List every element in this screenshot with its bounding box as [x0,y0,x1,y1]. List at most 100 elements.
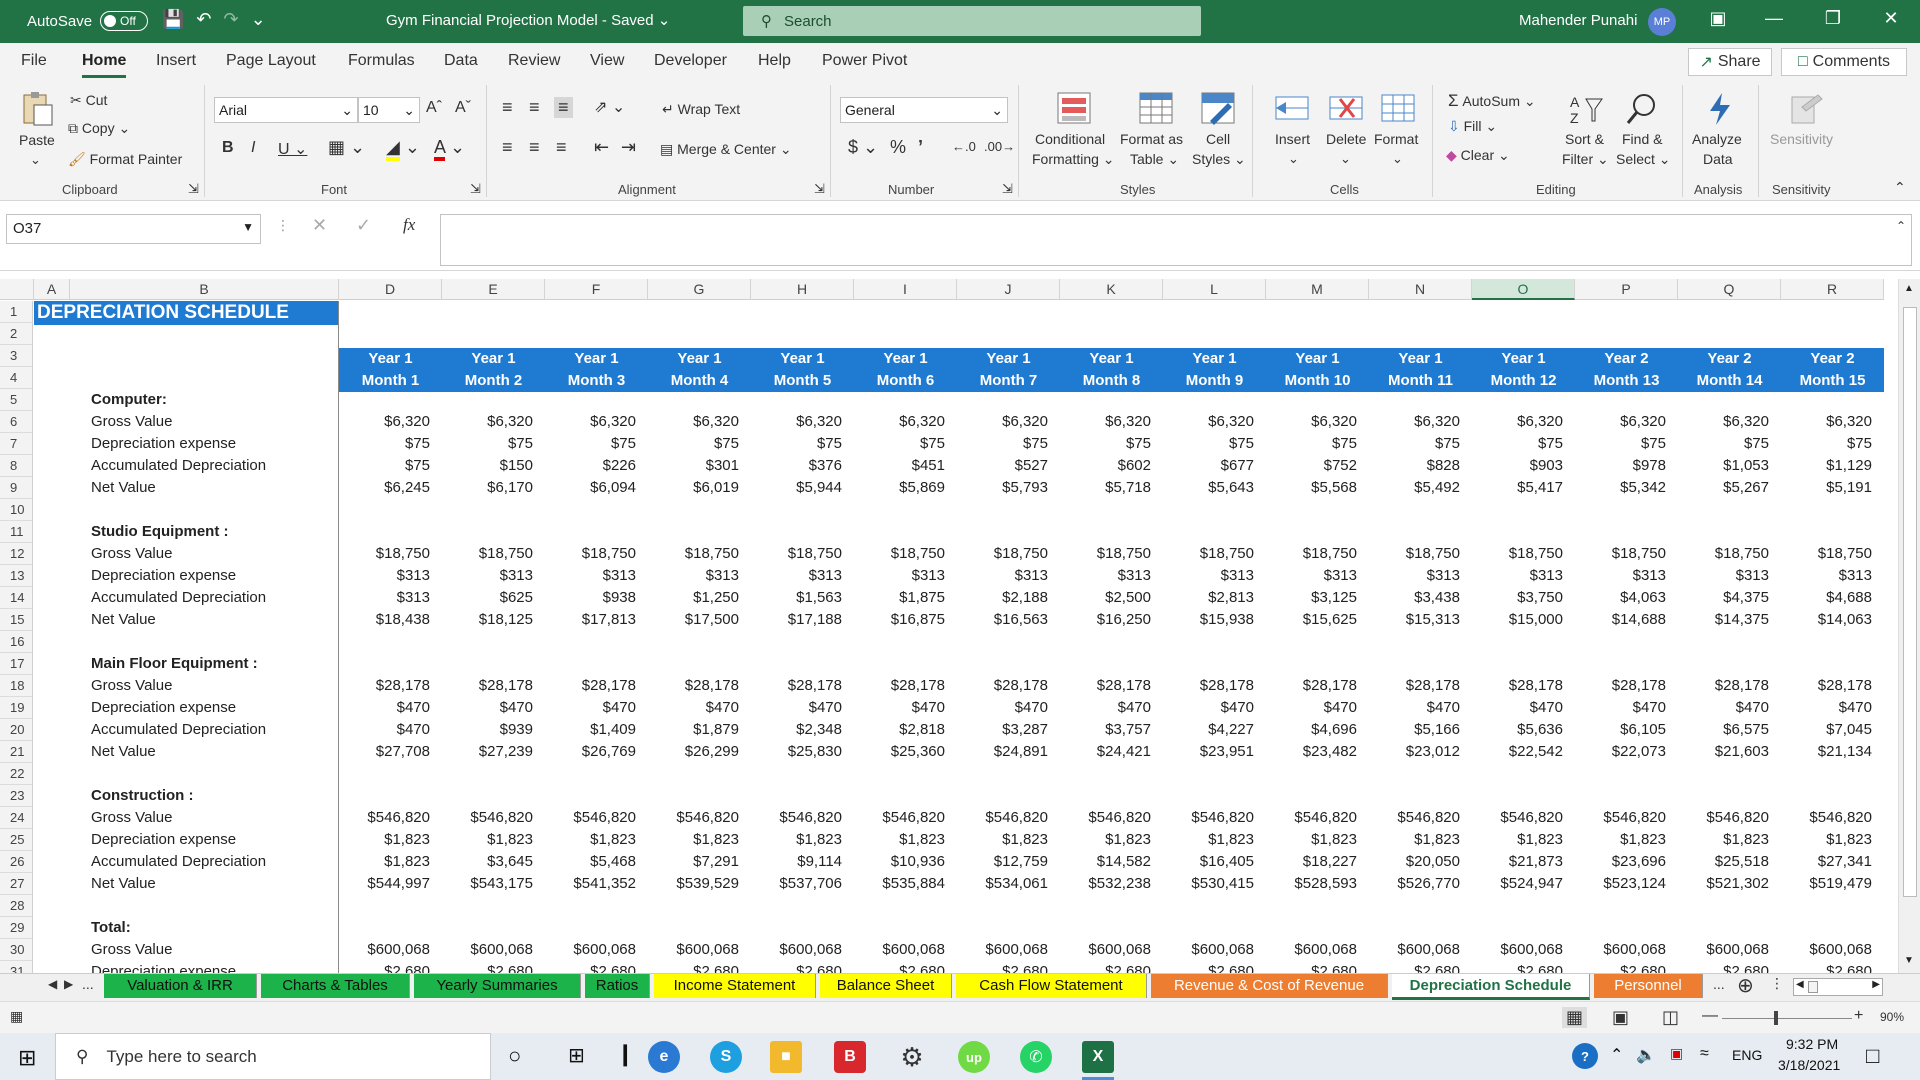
value-cell[interactable]: $600,068 [442,939,545,961]
increase-decimal-icon[interactable]: ←.0 [952,139,976,154]
period-month-header[interactable]: Month 11 [1369,370,1472,392]
tab-file[interactable]: File [21,52,47,70]
autosave-control[interactable]: AutoSave Off [27,11,149,31]
value-cell[interactable]: $1,823 [1369,829,1472,851]
sheet-tab-depreciation-schedule[interactable]: Depreciation Schedule [1392,974,1590,1000]
tray-app-icon[interactable]: ▣ [1670,1045,1683,1062]
value-cell[interactable]: $600,068 [957,939,1060,961]
value-cell[interactable]: $313 [1575,565,1678,587]
value-cell[interactable]: $75 [1266,433,1369,455]
value-cell[interactable]: $7,291 [648,851,751,873]
search-box[interactable]: ⚲ Search [743,6,1201,36]
value-cell[interactable]: $22,073 [1575,741,1678,763]
value-cell[interactable]: $15,000 [1472,609,1575,631]
autosave-toggle[interactable]: Off [100,11,149,31]
value-cell[interactable]: $1,409 [545,719,648,741]
autosum-button[interactable]: Σ AutoSum ⌄ [1448,91,1536,111]
analyze-data-label[interactable]: Data [1703,151,1733,167]
value-cell[interactable]: $1,879 [648,719,751,741]
row-header[interactable]: 29 [0,917,33,939]
value-cell[interactable]: $600,068 [751,939,854,961]
value-cell[interactable]: $75 [1678,433,1781,455]
value-cell[interactable]: $18,750 [648,543,751,565]
value-cell[interactable]: $28,178 [339,675,442,697]
value-cell[interactable]: $1,823 [854,829,957,851]
value-cell[interactable]: $535,884 [854,873,957,895]
avatar[interactable]: MP [1648,8,1676,36]
value-cell[interactable]: $4,227 [1163,719,1266,741]
next-sheet-icon[interactable]: ▶ [64,977,73,991]
value-cell[interactable]: $6,320 [1266,411,1369,433]
format-dropdown-icon[interactable]: ⌄ [1392,151,1403,167]
italic-icon[interactable]: I [251,139,255,157]
value-cell[interactable]: $2,680 [1472,961,1575,973]
value-cell[interactable]: $600,068 [1781,939,1884,961]
value-cell[interactable]: $2,680 [1060,961,1163,973]
zoom-in-icon[interactable]: + [1854,1007,1863,1025]
value-cell[interactable]: $546,820 [339,807,442,829]
undo-icon[interactable]: ↶ [196,9,211,30]
value-cell[interactable]: $18,750 [545,543,648,565]
value-cell[interactable]: $2,680 [1575,961,1678,973]
period-month-header[interactable]: Month 2 [442,370,545,392]
value-cell[interactable]: $26,299 [648,741,751,763]
cell-styles-label[interactable]: Styles ⌄ [1192,151,1246,168]
value-cell[interactable]: $28,178 [1575,675,1678,697]
row-header[interactable]: 12 [0,543,33,565]
share-button[interactable]: ↗ Share [1688,48,1772,76]
minimize-icon[interactable]: — [1759,8,1789,29]
zoom-level[interactable]: 90% [1880,1010,1904,1024]
value-cell[interactable]: $2,188 [957,587,1060,609]
value-cell[interactable]: $546,820 [1678,807,1781,829]
row-label[interactable]: Gross Value [91,675,172,697]
value-cell[interactable]: $6,320 [545,411,648,433]
value-cell[interactable]: $150 [442,455,545,477]
value-cell[interactable]: $75 [545,433,648,455]
value-cell[interactable]: $537,706 [751,873,854,895]
value-cell[interactable]: $600,068 [1266,939,1369,961]
period-year-header[interactable]: Year 2 [1781,348,1884,370]
value-cell[interactable]: $470 [339,697,442,719]
format-painter-button[interactable]: 🖌 Format Painter [68,151,182,168]
number-format-select[interactable]: General ⌄ [840,97,1008,123]
value-cell[interactable]: $18,750 [339,543,442,565]
value-cell[interactable]: $28,178 [1163,675,1266,697]
value-cell[interactable]: $470 [442,697,545,719]
value-cell[interactable]: $75 [1060,433,1163,455]
value-cell[interactable]: $75 [648,433,751,455]
value-cell[interactable]: $28,178 [1781,675,1884,697]
value-cell[interactable]: $600,068 [1472,939,1575,961]
period-month-header[interactable]: Month 3 [545,370,648,392]
value-cell[interactable]: $313 [1472,565,1575,587]
decrease-decimal-icon[interactable]: .00→ [984,139,1015,154]
sort-filter-icon[interactable]: AZ [1568,91,1604,127]
row-label[interactable]: Depreciation expense [91,565,236,587]
tab-home[interactable]: Home [82,52,127,78]
skype-icon[interactable]: S [710,1041,742,1073]
delete-cells-label[interactable]: Delete [1326,131,1366,147]
align-top-icon[interactable]: ≡ [502,97,513,118]
align-center-icon[interactable]: ≡ [529,137,540,158]
row-header[interactable]: 26 [0,851,33,873]
align-left-icon[interactable]: ≡ [502,137,513,158]
column-header-r[interactable]: R [1781,279,1884,300]
value-cell[interactable]: $470 [1472,697,1575,719]
column-header-q[interactable]: Q [1678,279,1781,300]
restore-icon[interactable]: ❐ [1818,8,1848,29]
value-cell[interactable]: $28,178 [854,675,957,697]
section-label[interactable]: Main Floor Equipment : [91,653,258,675]
period-month-header[interactable]: Month 10 [1266,370,1369,392]
value-cell[interactable]: $28,178 [1266,675,1369,697]
grow-font-icon[interactable]: Aˆ [426,99,442,117]
value-cell[interactable]: $5,417 [1472,477,1575,499]
value-cell[interactable]: $18,750 [1678,543,1781,565]
column-header-a[interactable]: A [34,279,70,300]
value-cell[interactable]: $17,813 [545,609,648,631]
value-cell[interactable]: $546,820 [854,807,957,829]
value-cell[interactable]: $75 [1163,433,1266,455]
taskbar-search[interactable]: ⚲ Type here to search [55,1033,491,1080]
sheet-tab-ratios[interactable]: Ratios [585,974,650,998]
value-cell[interactable]: $2,680 [339,961,442,973]
value-cell[interactable]: $27,708 [339,741,442,763]
row-label[interactable]: Gross Value [91,939,172,961]
